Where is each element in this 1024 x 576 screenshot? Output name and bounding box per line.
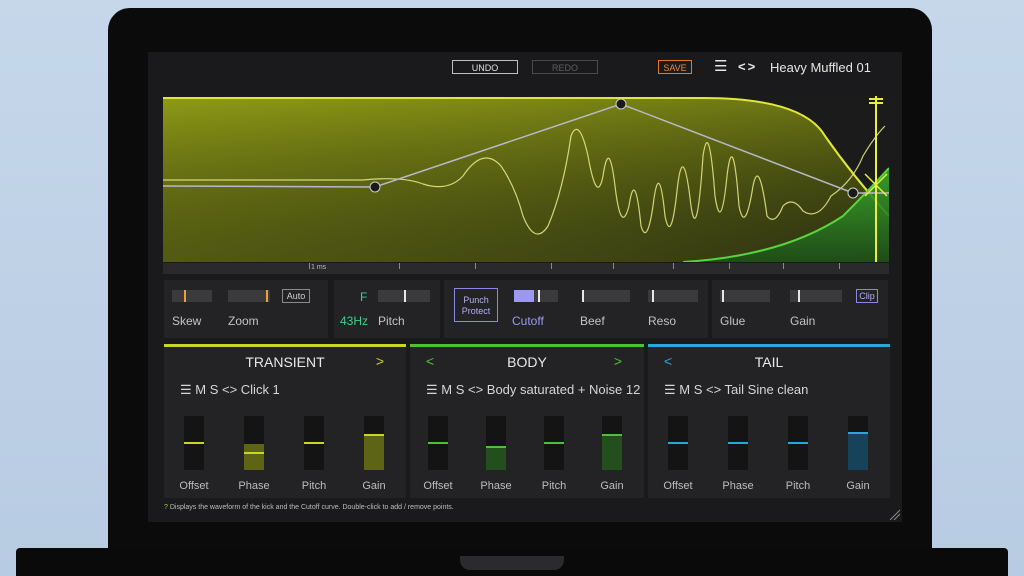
f-toggle[interactable]: F (360, 290, 367, 304)
help-icon: ? (164, 504, 168, 511)
punch-protect-button[interactable]: Punch Protect (454, 288, 498, 322)
transient-next-arrow[interactable]: > (376, 353, 384, 369)
cutoff-slider[interactable] (514, 290, 558, 302)
glue-slider[interactable] (720, 290, 770, 302)
transient-offset-fader[interactable] (184, 416, 204, 470)
gain-label: Gain (790, 314, 816, 328)
gain-slider[interactable] (790, 290, 842, 302)
top-bar: UNDO REDO SAVE ☰ <> Heavy Muffled 01 (148, 52, 902, 86)
menu-icon[interactable]: ☰ (714, 58, 727, 76)
transient-pitch-label: Pitch (301, 480, 327, 492)
body-offset-fader[interactable] (428, 416, 448, 470)
body-color-bar (410, 344, 644, 347)
tail-pitch-fader[interactable] (788, 416, 808, 470)
pitch-panel: F 43Hz Pitch (334, 280, 440, 338)
transient-title: TRANSIENT (245, 354, 325, 370)
redo-button[interactable]: REDO (532, 60, 598, 74)
tail-offset-fader[interactable] (668, 416, 688, 470)
body-next-arrow[interactable]: > (614, 353, 622, 369)
pitch-slider[interactable] (378, 290, 430, 302)
transient-pitch-fader[interactable] (304, 416, 324, 470)
body-pitch-label: Pitch (541, 480, 567, 492)
transient-section: TRANSIENT > ☰ M S <> Click 1 Offset Phas… (164, 344, 406, 498)
clip-button[interactable]: Clip (856, 289, 878, 303)
envelope-point (847, 187, 859, 199)
tail-color-bar (648, 344, 890, 347)
body-title: BODY (507, 354, 547, 370)
display-panel: Auto Skew Zoom (164, 280, 328, 338)
reso-label: Reso (648, 314, 677, 328)
transient-sample-header[interactable]: ☰ M S <> Click 1 (180, 382, 280, 398)
save-button[interactable]: SAVE (658, 60, 692, 74)
envelope-point (369, 181, 381, 193)
reso-slider[interactable] (648, 290, 698, 302)
frequency-value[interactable]: 43Hz (340, 314, 368, 328)
body-section: < BODY > ☰ M S <> Body saturated + Noise… (410, 344, 644, 498)
output-panel: Glue Gain Clip (712, 280, 888, 338)
tail-gain-fader[interactable] (848, 416, 868, 470)
body-pitch-fader[interactable] (544, 416, 564, 470)
tail-title: TAIL (754, 354, 784, 370)
body-phase-label: Phase (480, 480, 512, 492)
glue-label: Glue (720, 314, 746, 328)
body-gain-fader[interactable] (602, 416, 622, 470)
transient-offset-label: Offset (179, 480, 209, 492)
auto-button[interactable]: Auto (282, 289, 310, 303)
body-gain-label: Gain (600, 480, 624, 492)
help-text: ? Displays the waveform of the kick and … (164, 504, 454, 511)
transient-phase-label: Phase (238, 480, 270, 492)
skew-label: Skew (172, 314, 202, 328)
waveform-display[interactable] (163, 96, 889, 262)
transient-phase-fader[interactable] (244, 416, 264, 470)
time-ruler: 1 ms (163, 263, 889, 274)
cutoff-label: Cutoff (512, 314, 544, 328)
resize-handle-icon[interactable] (888, 508, 900, 520)
tail-pitch-label: Pitch (785, 480, 811, 492)
transient-gain-fader[interactable] (364, 416, 384, 470)
help-message: Displays the waveform of the kick and th… (169, 504, 454, 511)
body-phase-fader[interactable] (486, 416, 506, 470)
tail-phase-fader[interactable] (728, 416, 748, 470)
tail-phase-label: Phase (722, 480, 754, 492)
preset-nav-icon[interactable]: <> (738, 58, 757, 76)
transient-gain-label: Gain (362, 480, 386, 492)
skew-slider[interactable] (172, 290, 212, 302)
pitch-label: Pitch (378, 314, 405, 328)
laptop-notch (460, 556, 564, 570)
tail-offset-label: Offset (663, 480, 693, 492)
preset-name[interactable]: Heavy Muffled 01 (770, 60, 871, 75)
beef-slider[interactable] (582, 290, 630, 302)
tail-section: < TAIL ☰ M S <> Tail Sine clean Offset P… (648, 344, 890, 498)
tail-sample-header[interactable]: ☰ M S <> Tail Sine clean (664, 382, 808, 398)
filter-panel: Punch Protect Cutoff Beef Reso (444, 280, 708, 338)
plugin-window: UNDO REDO SAVE ☰ <> Heavy Muffled 01 1 m… (148, 52, 902, 522)
zoom-slider[interactable] (228, 290, 270, 302)
zoom-label: Zoom (228, 314, 259, 328)
beef-label: Beef (580, 314, 605, 328)
transient-color-bar (164, 344, 406, 347)
tail-gain-label: Gain (846, 480, 870, 492)
body-offset-label: Offset (423, 480, 453, 492)
envelope-point (615, 98, 627, 110)
ruler-label: 1 ms (311, 264, 327, 271)
undo-button[interactable]: UNDO (452, 60, 518, 74)
body-sample-header[interactable]: ☰ M S <> Body saturated + Noise 12 (426, 382, 640, 398)
